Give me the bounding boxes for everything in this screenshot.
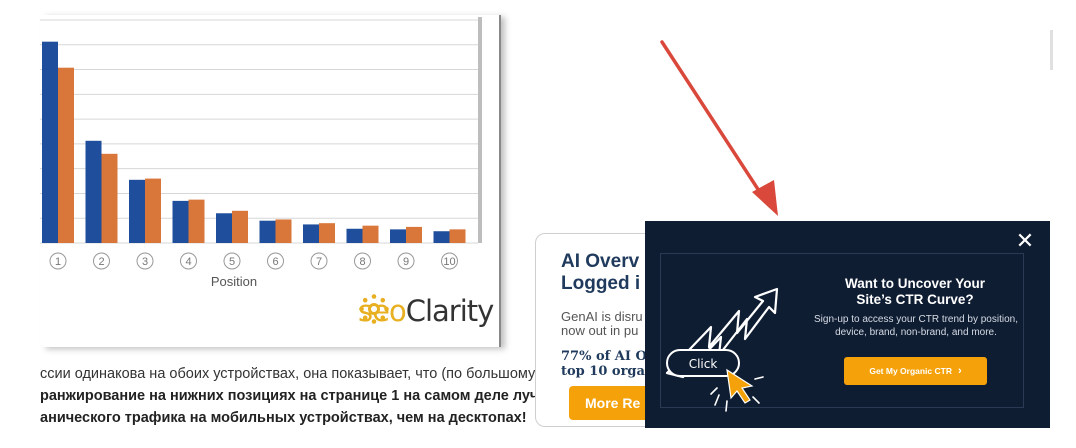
article-line-2: ранжирование на нижних позициях на стран… (40, 388, 540, 404)
bar (172, 200, 189, 243)
logo-clarity-text: Clarity (405, 294, 495, 328)
bar (42, 41, 58, 243)
article-line-1: ссии одинакова на обоих устройствах, она… (40, 366, 536, 382)
tick-label: 4 (185, 256, 191, 268)
bar (58, 67, 74, 243)
tick-label: 9 (403, 256, 409, 268)
ctr-curve-modal: ✕ Click Want to Uncover Your Site’s CTR … (645, 221, 1050, 428)
get-organic-ctr-button[interactable]: Get My Organic CTR › (844, 357, 987, 385)
bar (319, 223, 335, 243)
bar (188, 199, 205, 243)
tick-label: 3 (142, 256, 148, 268)
seoclarity-logo: seoClarity (358, 293, 508, 329)
bar (232, 210, 248, 243)
tick-label: 6 (272, 256, 278, 268)
bar (346, 228, 363, 243)
tick-label: 5 (229, 256, 235, 268)
growth-arrow-illustration: Click (665, 287, 779, 412)
modal-desc-line-2: device, brand, non-brand, and more. (835, 326, 997, 338)
ctr-chart-card: 1 2 3 4 5 6 7 8 9 10 Position seoClarity (40, 15, 499, 347)
tick-label: 8 (359, 256, 365, 268)
get-organic-ctr-label: Get My Organic CTR (869, 366, 952, 376)
tick-label: 7 (316, 256, 322, 268)
bar (275, 219, 292, 243)
modal-description: Sign-up to access your CTR trend by posi… (805, 314, 1027, 339)
tick-label: 2 (98, 256, 104, 268)
bar (216, 213, 232, 243)
bar (85, 140, 102, 243)
bar (259, 220, 276, 243)
article-paragraph: ссии одинакова на обоих устройствах, она… (40, 363, 540, 429)
click-label: Click (689, 357, 718, 371)
bar (390, 229, 406, 243)
modal-desc-line-1: Sign-up to access your CTR trend by posi… (814, 314, 1018, 325)
chevron-right-icon: › (957, 365, 962, 377)
sun-icon (359, 294, 389, 324)
bar (406, 226, 422, 243)
x-axis-label: Position (211, 274, 257, 289)
tick-label: 10 (443, 256, 455, 268)
bar (129, 179, 145, 243)
modal-heading-line-2: Site’s CTR Curve? (856, 292, 974, 307)
bar (449, 229, 466, 243)
scrollbar[interactable] (1050, 30, 1053, 70)
bar (145, 178, 161, 243)
bar (362, 225, 379, 243)
close-icon[interactable]: ✕ (1015, 230, 1035, 252)
modal-heading-line-1: Want to Uncover Your (844, 276, 985, 291)
bar (101, 153, 118, 243)
bar (433, 231, 450, 243)
modal-heading: Want to Uncover Your Site’s CTR Curve? (795, 276, 1035, 308)
bar (303, 224, 319, 243)
article-line-3: анического трафика на мобильных устройст… (40, 410, 527, 426)
tick-label: 1 (55, 256, 61, 268)
